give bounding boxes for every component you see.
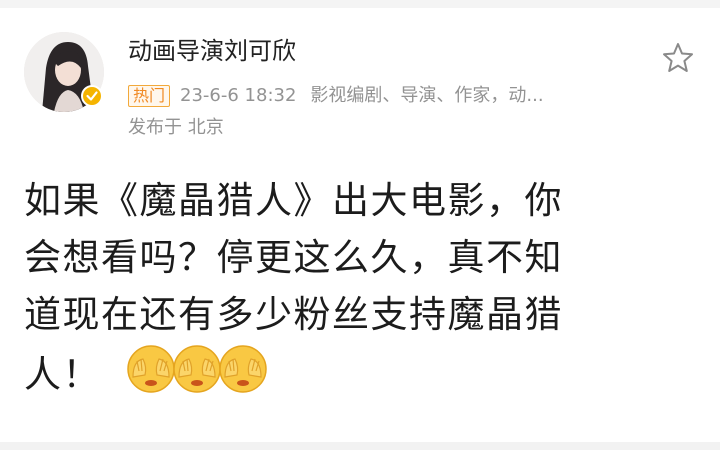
post-content-line: 人！: [24, 353, 101, 396]
cover-face-emoji: [173, 345, 221, 393]
post-content-line: 道现在还有多少粉丝支持魔晶猎: [24, 293, 563, 336]
weibo-post-card: 动画导演刘可欣 热门 23-6-6 18:32 影视编剧、导演、作家，动... …: [0, 0, 720, 450]
post-meta: 热门 23-6-6 18:32 影视编剧、导演、作家，动...: [128, 84, 544, 108]
post-content-line: 如果《魔晶猎人》出大电影，你: [24, 179, 563, 222]
post-location: 发布于 北京: [128, 117, 224, 138]
cover-face-emoji: [127, 345, 175, 393]
author-bio: 影视编剧、导演、作家，动...: [310, 85, 544, 106]
star-outline-icon[interactable]: [660, 40, 696, 76]
post-content-last-line: 人！: [24, 343, 704, 411]
cover-face-emoji: [219, 345, 267, 393]
top-divider: [0, 0, 720, 8]
post-timestamp: 23-6-6 18:32: [180, 85, 297, 106]
hot-badge: 热门: [128, 85, 171, 107]
post-content-line: 会想看吗？停更这么久，真不知: [24, 236, 563, 279]
author-name[interactable]: 动画导演刘可欣: [128, 36, 296, 66]
verified-badge-icon: [80, 84, 104, 108]
bottom-divider: [0, 442, 720, 450]
post-content: 如果《魔晶猎人》出大电影，你 会想看吗？停更这么久，真不知 道现在还有多少粉丝支…: [24, 172, 704, 411]
emoji-group: [125, 343, 267, 411]
